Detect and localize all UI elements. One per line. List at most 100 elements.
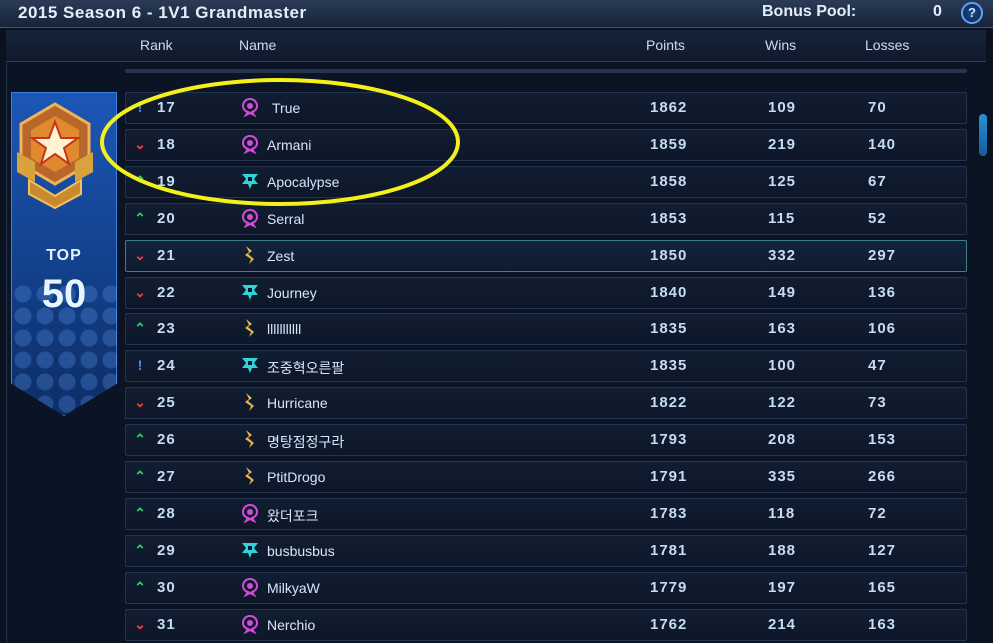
name-column-header[interactable]: Name <box>239 37 276 53</box>
player-name[interactable]: Serral <box>267 211 304 227</box>
points-column-header[interactable]: Points <box>646 37 685 53</box>
player-points: 1791 <box>650 468 688 485</box>
zerg-icon <box>240 134 260 155</box>
player-points: 1858 <box>650 172 688 190</box>
player-name[interactable]: PtitDrogo <box>267 469 325 485</box>
scrollbar-thumb[interactable] <box>979 114 987 156</box>
player-losses: 165 <box>868 578 897 596</box>
losses-column-header[interactable]: Losses <box>865 37 909 53</box>
zerg-icon <box>240 503 260 524</box>
player-points: 1862 <box>650 99 688 116</box>
player-name[interactable]: lllllllllll <box>267 321 301 337</box>
protoss-icon <box>240 318 260 338</box>
player-rank: 26 <box>157 431 176 449</box>
zerg-icon <box>240 208 260 229</box>
player-row[interactable]: ⌃ 19 Apocalypse 1858 125 67 <box>125 165 967 198</box>
player-wins: 219 <box>768 135 797 153</box>
player-points: 1859 <box>650 135 688 153</box>
player-losses: 266 <box>868 468 897 485</box>
player-rank: 21 <box>157 246 176 264</box>
player-points: 1781 <box>650 541 688 559</box>
trend-down-icon: ⌄ <box>134 135 146 152</box>
banner-top-value: 50 <box>41 272 87 316</box>
player-rank: 25 <box>157 394 176 412</box>
trend-same-icon: ! <box>137 357 143 374</box>
help-button[interactable]: ? <box>961 2 983 24</box>
player-losses: 70 <box>868 99 887 116</box>
player-losses: 127 <box>868 541 897 559</box>
player-losses: 52 <box>868 209 887 227</box>
player-wins: 109 <box>768 99 797 116</box>
protoss-icon <box>240 429 260 449</box>
player-losses: 47 <box>868 357 887 375</box>
player-wins: 188 <box>768 541 797 559</box>
zerg-icon <box>240 97 260 118</box>
player-row[interactable]: ⌃ 20 Serral 1853 115 52 <box>125 202 967 235</box>
trend-up-icon: ⌃ <box>134 209 146 226</box>
list-divider <box>125 69 967 73</box>
player-wins: 118 <box>768 504 796 522</box>
player-rank: 28 <box>157 504 176 522</box>
player-points: 1793 <box>650 431 688 449</box>
player-name[interactable]: Apocalypse <box>267 174 339 190</box>
player-name[interactable]: 왔더포크 <box>267 506 319 526</box>
player-wins: 115 <box>768 209 796 227</box>
player-row[interactable]: ⌃ 28 왔더포크 1783 118 72 <box>125 497 967 530</box>
protoss-icon <box>240 392 260 412</box>
player-name[interactable]: Journey <box>267 285 317 301</box>
player-name[interactable]: Nerchio <box>267 617 315 633</box>
rank-column-header[interactable]: Rank <box>140 37 173 53</box>
trend-down-icon: ⌄ <box>134 283 146 300</box>
player-row[interactable]: ⌃ 29 busbusbus 1781 188 127 <box>125 534 967 567</box>
player-wins: 125 <box>768 172 797 190</box>
player-row[interactable]: ⌃ 30 MilkyaW 1779 197 165 <box>125 571 967 604</box>
player-rank: 27 <box>157 468 176 485</box>
player-points: 1835 <box>650 357 688 375</box>
player-rank: 20 <box>157 209 176 227</box>
player-losses: 72 <box>868 504 887 522</box>
player-wins: 214 <box>768 615 797 633</box>
player-name[interactable]: True <box>272 100 300 116</box>
player-name[interactable]: 명탕점정구라 <box>267 432 344 452</box>
player-row[interactable]: ! 17 True 1862 109 70 <box>125 92 967 124</box>
trend-up-icon: ⌃ <box>134 468 146 484</box>
player-name[interactable]: MilkyaW <box>267 580 320 596</box>
player-rank: 24 <box>157 357 176 375</box>
column-header-row: Rank Name Points Wins Losses <box>6 30 986 62</box>
player-name[interactable]: Zest <box>267 248 294 264</box>
player-row[interactable]: ⌄ 25 Hurricane 1822 122 73 <box>125 387 967 420</box>
player-wins: 197 <box>768 578 797 596</box>
player-points: 1822 <box>650 394 688 412</box>
trend-up-icon: ⌃ <box>134 541 146 558</box>
protoss-icon <box>240 245 260 265</box>
player-name[interactable]: busbusbus <box>267 543 335 559</box>
player-row[interactable]: ⌃ 26 명탕점정구라 1793 208 153 <box>125 424 967 457</box>
player-wins: 163 <box>768 320 797 338</box>
player-wins: 332 <box>768 246 797 264</box>
wins-column-header[interactable]: Wins <box>765 37 796 53</box>
player-row[interactable]: ⌄ 21 Zest 1850 332 297 <box>125 239 967 272</box>
player-points: 1853 <box>650 209 688 227</box>
player-row[interactable]: ⌄ 22 Journey 1840 149 136 <box>125 276 967 309</box>
player-points: 1779 <box>650 578 688 596</box>
player-rank: 30 <box>157 578 176 596</box>
title-bar: 2015 Season 6 - 1V1 Grandmaster Bonus Po… <box>0 0 993 28</box>
player-losses: 140 <box>868 135 897 153</box>
player-points: 1850 <box>650 246 688 264</box>
player-row[interactable]: ⌄ 31 Nerchio 1762 214 163 <box>125 608 967 641</box>
player-losses: 136 <box>868 283 897 301</box>
player-name[interactable]: Hurricane <box>267 395 328 411</box>
player-row[interactable]: ⌃ 27 PtitDrogo 1791 335 266 <box>125 461 967 493</box>
trend-down-icon: ⌄ <box>134 615 146 632</box>
bonus-pool-label: Bonus Pool: <box>762 3 857 20</box>
trend-up-icon: ⌃ <box>134 578 146 595</box>
player-wins: 335 <box>768 468 797 485</box>
bonus-pool-value: 0 <box>933 3 942 20</box>
player-name[interactable]: 조중혁오른팔 <box>267 358 344 378</box>
player-row[interactable]: ⌄ 18 Armani 1859 219 140 <box>125 128 967 161</box>
player-name[interactable]: Armani <box>267 137 311 153</box>
trend-up-icon: ⌃ <box>134 504 146 521</box>
player-row[interactable]: ! 24 조중혁오른팔 1835 100 47 <box>125 350 967 383</box>
player-row[interactable]: ⌃ 23 lllllllllll 1835 163 106 <box>125 313 967 346</box>
player-wins: 208 <box>768 431 797 449</box>
